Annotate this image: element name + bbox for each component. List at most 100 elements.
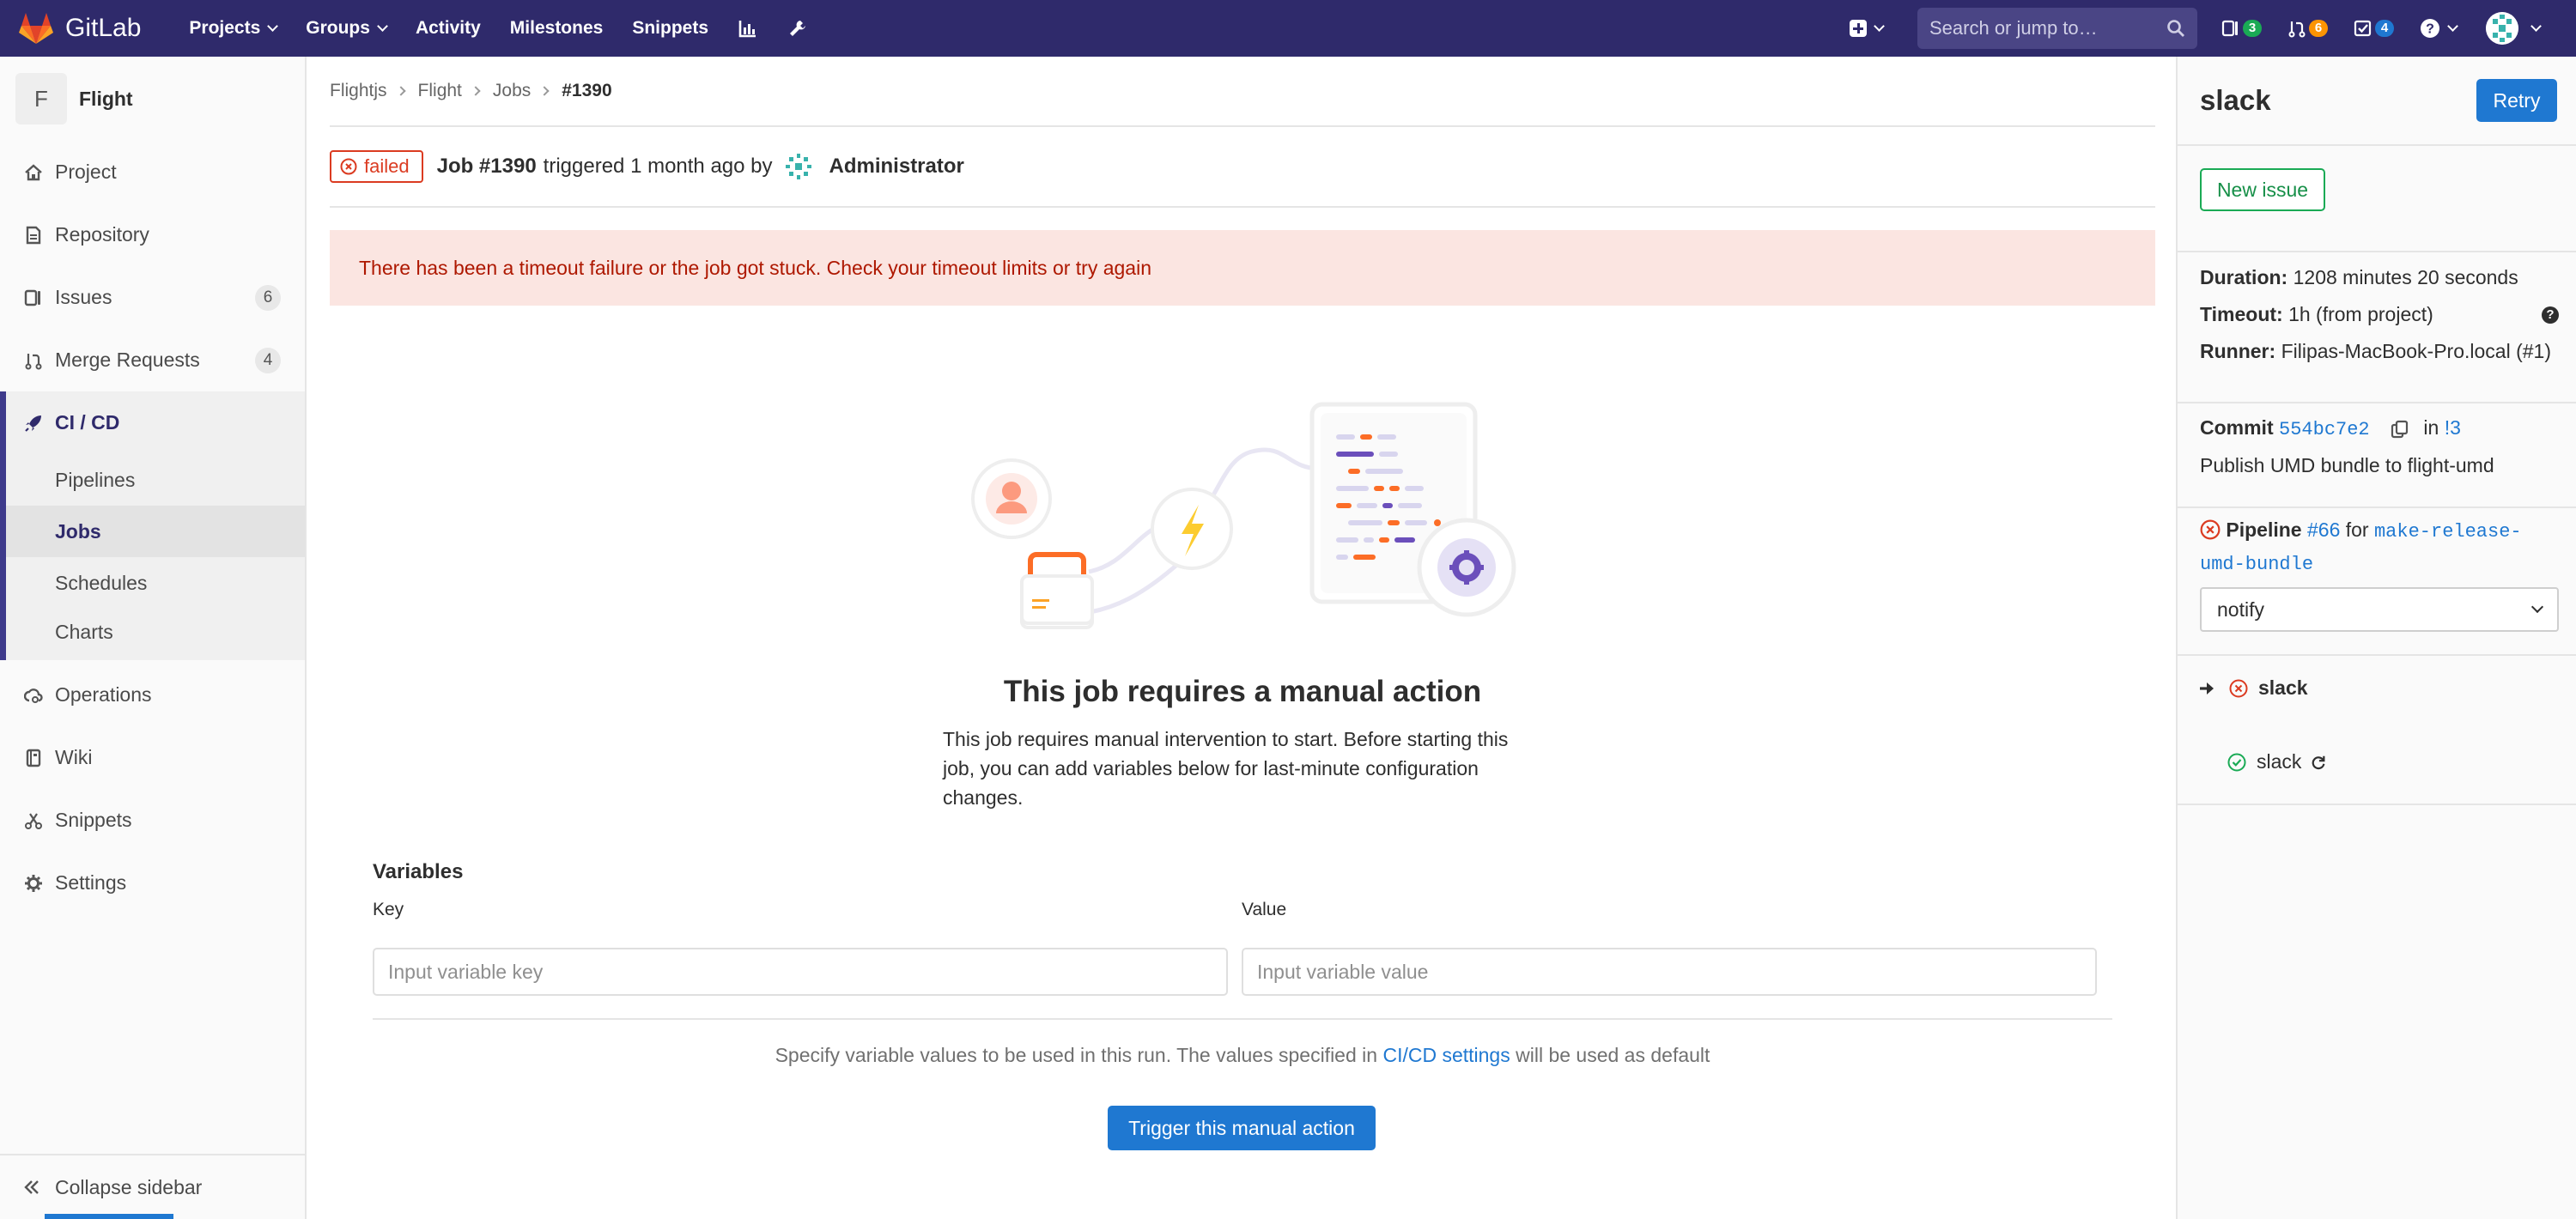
collapse-sidebar-button[interactable]: Collapse sidebar xyxy=(0,1154,305,1219)
search-input[interactable]: Search or jump to… xyxy=(1917,8,2197,49)
search-icon xyxy=(2167,20,2184,37)
pipeline-label: Pipeline xyxy=(2226,519,2302,541)
ci-cd-settings-link[interactable]: CI/CD settings xyxy=(1382,1044,1510,1066)
trigger-manual-action-button[interactable]: Trigger this manual action xyxy=(1108,1106,1376,1150)
sidebar-item-label: Snippets xyxy=(55,809,132,831)
nav-activity[interactable]: Activity xyxy=(416,18,481,39)
chevron-down-icon xyxy=(377,20,388,32)
sidebar-item-issues[interactable]: Issues 6 xyxy=(0,266,305,329)
sidebar-item-label: Settings xyxy=(55,871,127,894)
runner-label: Runner: xyxy=(2200,340,2276,362)
timeout-alert: There has been a timeout failure or the … xyxy=(330,230,2155,306)
key-label: Key xyxy=(373,900,404,919)
retry-icon[interactable] xyxy=(2310,754,2327,771)
svg-text:?: ? xyxy=(2426,22,2434,37)
admin-wrench-icon[interactable] xyxy=(787,18,808,39)
variables-help-text: Specify variable values to be used in th… xyxy=(330,1044,2155,1067)
nav-groups[interactable]: Groups xyxy=(306,18,388,39)
sidebar-item-ci-cd[interactable]: CI / CD xyxy=(6,391,305,454)
merge-requests-counter[interactable]: 6 xyxy=(2287,19,2328,38)
status-badge[interactable]: failed xyxy=(330,150,423,183)
admin-chart-icon[interactable] xyxy=(738,18,758,39)
gear-icon xyxy=(25,874,42,892)
commit-message: Publish UMD bundle to flight-umd xyxy=(2200,454,2494,476)
divider xyxy=(2178,804,2576,805)
stage-selected: notify xyxy=(2217,597,2264,621)
stage-job-name: slack xyxy=(2257,750,2302,773)
project-header[interactable]: F Flight xyxy=(0,57,305,141)
merge-request-icon xyxy=(2288,21,2306,38)
sidebar-item-repository[interactable]: Repository xyxy=(0,203,305,266)
divider xyxy=(2178,506,2576,508)
divider xyxy=(2178,654,2576,656)
branch-link[interactable]: make-release- xyxy=(2374,521,2522,543)
sidebar-item-merge-requests[interactable]: Merge Requests 4 xyxy=(0,329,305,391)
user-avatar[interactable] xyxy=(784,153,812,180)
status-failed-icon xyxy=(340,158,357,175)
duration-value: 1208 minutes 20 seconds xyxy=(2293,266,2518,288)
job-sidebar-header: slack Retry xyxy=(2178,57,2576,146)
pipeline-link[interactable]: #66 xyxy=(2307,519,2340,541)
sidebar-item-snippets[interactable]: Snippets xyxy=(0,789,305,852)
branch-link-continued[interactable]: umd-bundle xyxy=(2200,546,2313,581)
breadcrumb-item[interactable]: Jobs xyxy=(493,81,531,101)
issues-counter[interactable]: 3 xyxy=(2221,19,2262,38)
sidebar-item-label: Issues xyxy=(55,286,112,308)
merge-request-link[interactable]: !3 xyxy=(2445,416,2461,439)
nav-milestones[interactable]: Milestones xyxy=(510,18,604,39)
sidebar-item-label: Repository xyxy=(55,223,149,246)
breadcrumb-item[interactable]: Flightjs xyxy=(330,81,387,101)
breadcrumb: Flightjs Flight Jobs #1390 xyxy=(330,57,2155,127)
merge-requests-count-badge: 6 xyxy=(2309,20,2328,37)
job-header: failed Job #1390 triggered 1 month ago b… xyxy=(330,127,2155,208)
user-menu[interactable] xyxy=(2486,12,2542,45)
help-dropdown[interactable]: ? xyxy=(2420,18,2458,39)
sidebar-subitem-jobs[interactable]: Jobs xyxy=(6,506,305,557)
chevron-down-icon xyxy=(2530,20,2542,32)
new-issue-button[interactable]: New issue xyxy=(2200,168,2325,211)
job-name: slack xyxy=(2200,84,2271,116)
nav-snippets[interactable]: Snippets xyxy=(632,18,708,39)
retry-button[interactable]: Retry xyxy=(2476,79,2557,122)
sidebar-item-project[interactable]: Project xyxy=(0,141,305,203)
runner-value: Filipas-MacBook-Pro.local (#1) xyxy=(2281,340,2551,362)
new-dropdown[interactable] xyxy=(1850,20,1885,37)
todos-counter[interactable]: 4 xyxy=(2354,19,2394,38)
sidebar-item-label: Wiki xyxy=(55,746,93,768)
variable-key-input[interactable] xyxy=(373,948,1228,996)
arrow-right-icon xyxy=(2200,682,2214,694)
sidebar-subitem-schedules[interactable]: Schedules xyxy=(6,557,305,609)
help-text-after: will be used as default xyxy=(1510,1044,1710,1066)
timeout-value: 1h (from project) xyxy=(2288,303,2433,325)
search-placeholder: Search or jump to… xyxy=(1929,17,2098,39)
variable-value-input[interactable] xyxy=(1242,948,2097,996)
divider xyxy=(373,1018,2112,1020)
todos-count-badge: 4 xyxy=(2375,20,2394,37)
status-success-icon xyxy=(2227,753,2246,771)
issues-icon xyxy=(24,289,40,306)
divider xyxy=(2178,251,2576,252)
stage-dropdown[interactable]: notify xyxy=(2200,587,2559,632)
job-user-link[interactable]: Administrator xyxy=(829,155,964,179)
commit-in-text: in xyxy=(2423,416,2439,439)
status-failed-icon xyxy=(2200,519,2221,540)
copy-icon[interactable] xyxy=(2391,420,2409,439)
nav-projects[interactable]: Projects xyxy=(189,18,279,39)
breadcrumb-current[interactable]: #1390 xyxy=(562,81,611,101)
book-icon xyxy=(26,749,41,767)
stage-job-item[interactable]: slack xyxy=(2198,676,2308,700)
commit-sha-link[interactable]: 554bc7e2 xyxy=(2279,419,2370,440)
gitlab-home-link[interactable]: GitLab xyxy=(19,0,141,57)
variables-heading: Variables xyxy=(373,860,464,883)
breadcrumb-item[interactable]: Flight xyxy=(418,81,462,101)
sidebar-item-wiki[interactable]: Wiki xyxy=(0,726,305,789)
sidebar-item-settings[interactable]: Settings xyxy=(0,852,305,914)
empty-state-title: This job requires a manual action xyxy=(1003,675,1482,708)
question-icon[interactable]: ? xyxy=(2542,306,2559,324)
sidebar-subitem-pipelines[interactable]: Pipelines xyxy=(6,454,305,506)
sidebar-subitem-charts[interactable]: Charts xyxy=(6,609,305,660)
timeout-row: Timeout: 1h (from project) xyxy=(2200,296,2433,333)
sidebar-item-operations[interactable]: Operations xyxy=(0,664,305,726)
stage-job-item[interactable]: slack xyxy=(2227,750,2327,773)
nav-groups-label: Groups xyxy=(306,18,370,38)
